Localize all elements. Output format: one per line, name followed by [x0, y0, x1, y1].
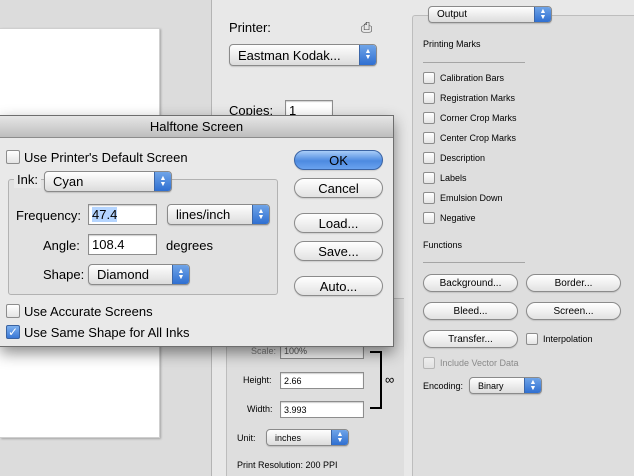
popup-arrows-icon: ▲ ▼ — [154, 172, 171, 191]
functions-separator — [423, 262, 525, 263]
ok-button[interactable]: OK — [294, 150, 383, 170]
height-label: Height: — [243, 375, 272, 385]
output-popup-value: Output — [437, 9, 468, 20]
scale-label: Scale: — [251, 346, 277, 356]
emulsion-down-checkbox[interactable] — [423, 192, 435, 204]
printer-label: Printer: — [229, 20, 271, 35]
save-button[interactable]: Save... — [294, 241, 383, 261]
auto-button[interactable]: Auto... — [294, 276, 383, 296]
shape-popup[interactable]: Diamond ▲ ▼ — [88, 264, 190, 285]
printer-popup-value: Eastman Kodak... — [238, 47, 341, 63]
angle-field[interactable]: 108.4 — [88, 234, 157, 255]
frequency-label: Frequency: — [16, 208, 82, 223]
use-accurate-screens-label: Use Accurate Screens — [24, 304, 153, 319]
ink-popup[interactable]: Cyan ▲ ▼ — [44, 171, 172, 192]
description-label: Description — [440, 153, 486, 163]
corner-crop-marks-checkbox[interactable] — [423, 112, 435, 124]
unit-popup-value: inches — [275, 432, 302, 443]
constrain-bracket — [370, 351, 382, 409]
bleed-button[interactable]: Bleed... — [423, 302, 518, 320]
shape-label: Shape: — [43, 267, 85, 282]
screen-button[interactable]: Screen... — [526, 302, 621, 320]
center-crop-marks-label: Center Crop Marks — [440, 133, 517, 143]
encoding-popup-value: Binary — [478, 380, 504, 391]
angle-label: Angle: — [43, 238, 80, 253]
center-crop-marks-checkbox[interactable] — [423, 132, 435, 144]
printing-marks-title: Printing Marks — [423, 39, 481, 49]
calibration-bars-label: Calibration Bars — [440, 73, 505, 83]
width-label: Width: — [247, 404, 273, 414]
functions-title: Functions — [423, 240, 463, 250]
labels-label: Labels — [440, 173, 467, 183]
printer-popup[interactable]: Eastman Kodak... ▲ ▼ — [229, 44, 377, 66]
interpolation-checkbox[interactable] — [526, 333, 538, 345]
use-printer-default-checkbox[interactable] — [6, 150, 20, 164]
border-button[interactable]: Border... — [526, 274, 621, 292]
frequency-field[interactable]: 47.4 — [88, 204, 157, 225]
width-field[interactable]: 3.993 — [280, 401, 364, 418]
frequency-value: 47.4 — [92, 207, 118, 222]
description-checkbox[interactable] — [423, 152, 435, 164]
frequency-unit-value: lines/inch — [176, 207, 231, 222]
corner-crop-marks-label: Corner Crop Marks — [440, 113, 517, 123]
emulsion-down-label: Emulsion Down — [440, 193, 503, 203]
shape-popup-value: Diamond — [97, 267, 150, 282]
popup-arrows-icon: ▲ ▼ — [359, 45, 376, 65]
interpolation-label: Interpolation — [543, 334, 593, 344]
include-vector-data-label: Include Vector Data — [440, 358, 519, 368]
popup-arrows-icon: ▲ ▼ — [172, 265, 189, 284]
angle-unit-label: degrees — [166, 238, 213, 253]
halftone-screen-dialog: Halftone Screen Use Printer's Default Sc… — [0, 115, 394, 347]
background-button[interactable]: Background... — [423, 274, 518, 292]
negative-label: Negative — [440, 213, 476, 223]
cancel-button[interactable]: Cancel — [294, 178, 383, 198]
include-vector-data-checkbox[interactable] — [423, 357, 435, 369]
popup-arrows-icon: ▲ ▼ — [331, 430, 348, 445]
registration-marks-checkbox[interactable] — [423, 92, 435, 104]
height-field[interactable]: 2.66 — [280, 372, 364, 389]
registration-marks-label: Registration Marks — [440, 93, 516, 103]
popup-arrows-icon: ▲ ▼ — [534, 7, 551, 22]
ink-label: Ink: — [14, 172, 41, 188]
encoding-label: Encoding: — [423, 381, 464, 391]
load-button[interactable]: Load... — [294, 213, 383, 233]
use-accurate-screens-checkbox[interactable] — [6, 304, 20, 318]
link-icon[interactable]: ∞ — [385, 372, 394, 387]
unit-label: Unit: — [237, 433, 256, 443]
popup-arrows-icon: ▲ ▼ — [524, 378, 541, 393]
encoding-popup[interactable]: Binary ▲ ▼ — [469, 377, 542, 394]
popup-arrows-icon: ▲ ▼ — [252, 205, 269, 224]
ink-popup-value: Cyan — [53, 174, 84, 189]
output-popup[interactable]: Output ▲ ▼ — [428, 6, 552, 23]
calibration-bars-checkbox[interactable] — [423, 72, 435, 84]
printer-setup-icon[interactable]: ⎙ — [361, 19, 372, 36]
use-same-shape-label: Use Same Shape for All Inks — [24, 325, 190, 340]
printing-marks-separator — [423, 62, 525, 63]
checkmark-icon: ✓ — [7, 325, 19, 339]
print-resolution-text: Print Resolution: 200 PPI — [237, 460, 338, 470]
labels-checkbox[interactable] — [423, 172, 435, 184]
transfer-button[interactable]: Transfer... — [423, 330, 518, 348]
use-same-shape-checkbox[interactable]: ✓ — [6, 325, 20, 339]
frequency-unit-popup[interactable]: lines/inch ▲ ▼ — [167, 204, 270, 225]
halftone-dialog-titlebar[interactable]: Halftone Screen — [0, 116, 393, 138]
use-printer-default-label: Use Printer's Default Screen — [24, 150, 188, 165]
negative-checkbox[interactable] — [423, 212, 435, 224]
unit-popup[interactable]: inches ▲ ▼ — [266, 429, 349, 446]
halftone-dialog-title: Halftone Screen — [149, 119, 244, 134]
